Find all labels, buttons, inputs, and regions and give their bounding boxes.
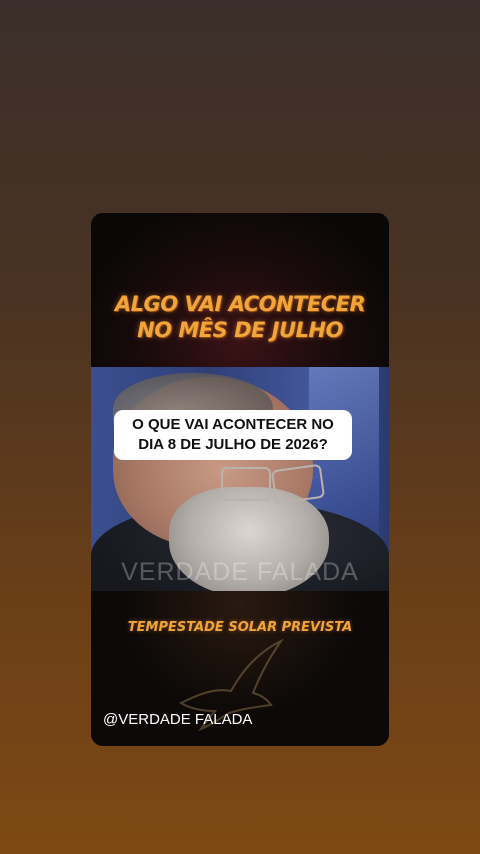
video-frame[interactable]: VERDADE FALADA	[91, 367, 389, 591]
headline-band	[91, 213, 389, 367]
glasses-lens-left	[221, 467, 271, 501]
headline-line-1: ALGO VAI ACONTECER	[114, 292, 366, 316]
question-line-2: DIA 8 DE JULHO DE 2026?	[138, 436, 328, 453]
story-card[interactable]: ALGO VAI ACONTECER NO MÊS DE JULHO VERDA…	[91, 213, 389, 746]
channel-handle[interactable]: @VERDADE FALADA	[103, 711, 252, 728]
speaker-glasses	[191, 463, 326, 505]
video-watermark: VERDADE FALADA	[121, 558, 359, 586]
question-line-1: O QUE VAI ACONTECER NO	[132, 416, 334, 433]
question-caption: O QUE VAI ACONTECER NO DIA 8 DE JULHO DE…	[114, 410, 352, 460]
headline-line-2: NO MÊS DE JULHO	[137, 318, 343, 342]
glasses-lens-right	[270, 463, 326, 505]
